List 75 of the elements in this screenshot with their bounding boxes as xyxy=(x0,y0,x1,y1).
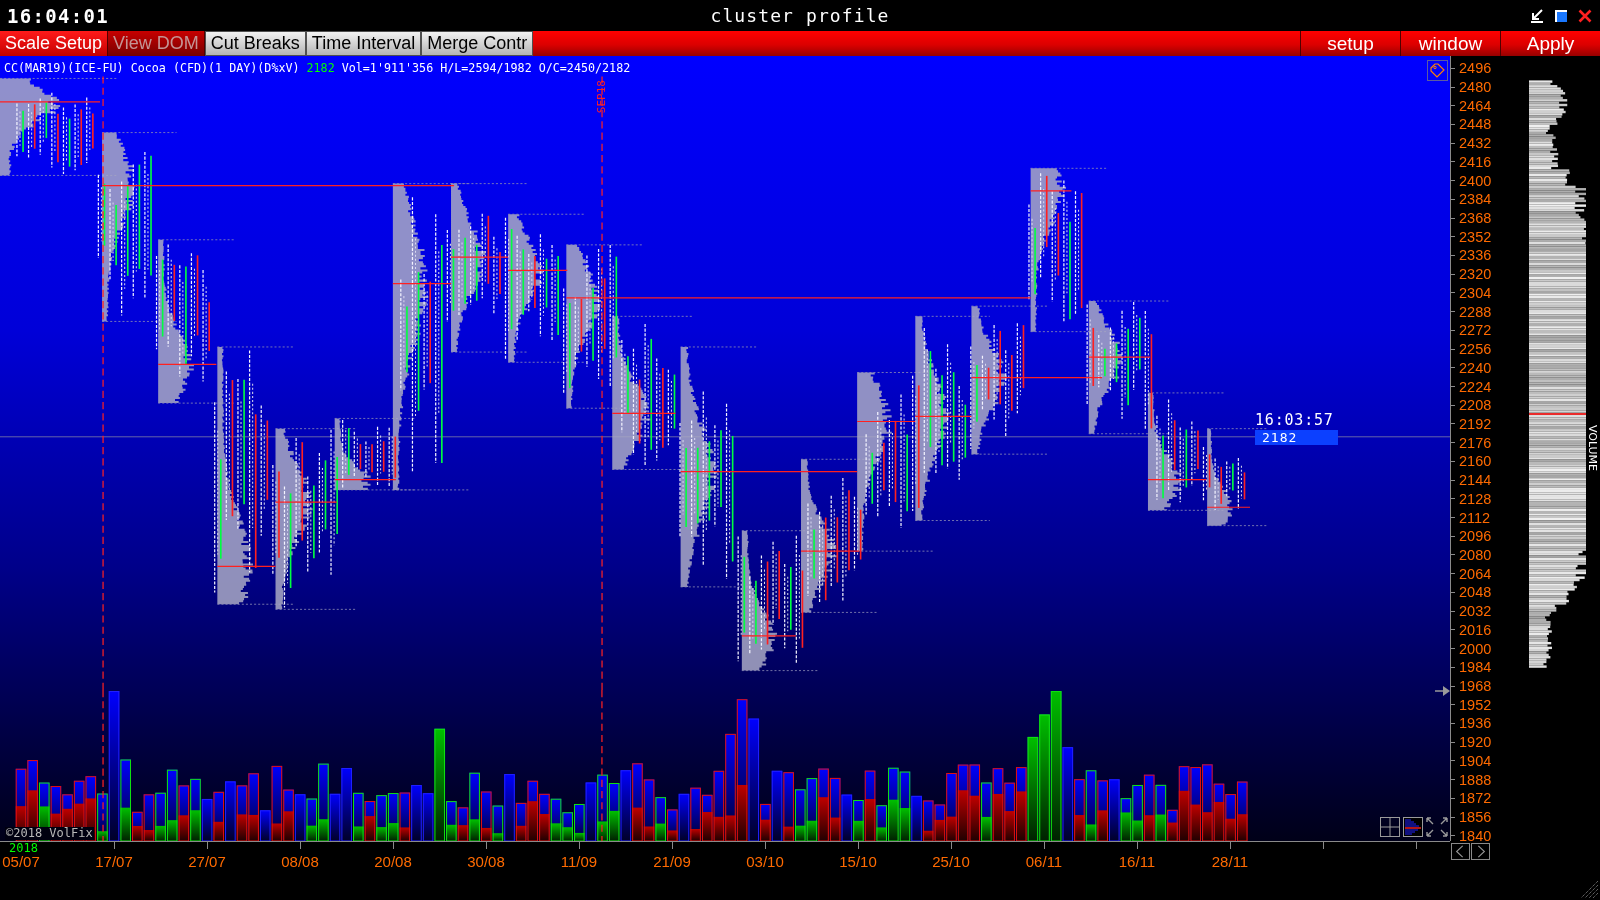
axis-label: 2096 xyxy=(1459,529,1492,544)
close-icon[interactable] xyxy=(1578,8,1592,23)
axis-label: 2112 xyxy=(1459,510,1491,525)
axis-label: 2480 xyxy=(1459,80,1492,94)
date-label: 21/09 xyxy=(652,853,692,870)
axis-label: 1888 xyxy=(1459,772,1492,787)
date-label: 25/10 xyxy=(931,853,971,870)
axis-label: 2288 xyxy=(1459,304,1492,319)
axis-label: 2272 xyxy=(1459,323,1492,338)
axis-label: 2192 xyxy=(1459,416,1492,431)
axis-label: 2336 xyxy=(1459,248,1492,263)
axis-label: 2000 xyxy=(1459,641,1492,656)
axis-label: 2432 xyxy=(1459,136,1492,151)
axis-label: 2144 xyxy=(1459,473,1492,488)
axis-label: 2176 xyxy=(1459,435,1492,450)
toolbar-button[interactable]: Apply xyxy=(1500,31,1600,56)
axis-label: 2048 xyxy=(1459,585,1492,600)
date-label: 28/11 xyxy=(1210,853,1250,870)
date-label: 08/08 xyxy=(280,853,320,870)
axis-label: 2320 xyxy=(1459,267,1492,282)
axis-label: 1936 xyxy=(1459,716,1492,731)
axis-label: 2224 xyxy=(1459,379,1492,394)
minimize-icon[interactable] xyxy=(1530,8,1544,23)
axis-label: 2032 xyxy=(1459,604,1492,619)
year-label: 2018 xyxy=(9,842,38,854)
date-label: 06/11 xyxy=(1024,853,1064,870)
axis-label: 1904 xyxy=(1459,753,1492,768)
scroll-right-button[interactable] xyxy=(1471,843,1490,860)
axis-label: 2496 xyxy=(1459,61,1492,76)
scroll-left-button[interactable] xyxy=(1451,843,1470,860)
toolbar-button[interactable]: Cut Breaks xyxy=(204,31,306,56)
axis-label: 2208 xyxy=(1459,398,1492,413)
axis-label: 1968 xyxy=(1459,679,1492,693)
axis-label: 2448 xyxy=(1459,117,1492,132)
axis-label: 2368 xyxy=(1459,211,1492,226)
toolbar-button[interactable]: Time Interval xyxy=(305,31,422,56)
axis-label: 2016 xyxy=(1459,622,1492,637)
date-label: 11/09 xyxy=(559,853,599,870)
axis-label: 2304 xyxy=(1459,285,1492,300)
axis-label: 2128 xyxy=(1459,491,1492,506)
toolbar-button[interactable]: Merge Contr xyxy=(421,31,534,56)
date-label: 03/10 xyxy=(745,853,785,870)
volume-label: VOLUME xyxy=(1587,425,1598,472)
maximize-icon[interactable] xyxy=(1554,8,1568,23)
axis-label: 1840 xyxy=(1459,828,1492,843)
date-label: 15/10 xyxy=(838,853,878,870)
axis-label: 2384 xyxy=(1459,192,1492,207)
expand-icon[interactable] xyxy=(1426,817,1448,837)
axis-label: 2464 xyxy=(1459,98,1492,113)
axis-label: 2352 xyxy=(1459,229,1492,244)
axis-label: 2240 xyxy=(1459,360,1492,375)
axis-label: 1984 xyxy=(1459,660,1492,675)
axis-label: 2064 xyxy=(1459,566,1492,581)
axis-label: 1872 xyxy=(1459,791,1492,806)
axis-label: 2416 xyxy=(1459,154,1492,169)
axis-label: 2160 xyxy=(1459,454,1492,469)
grid-icon[interactable] xyxy=(1380,817,1400,837)
date-label: 30/08 xyxy=(466,853,506,870)
axis-label: 1952 xyxy=(1459,697,1492,712)
resize-grip-icon[interactable] xyxy=(1580,880,1598,898)
date-label: 27/07 xyxy=(187,853,227,870)
date-label: 17/07 xyxy=(94,853,134,870)
axis-label: 1856 xyxy=(1459,810,1492,825)
copyright-text: ©2018 VolFix xyxy=(5,827,94,840)
axis-label: 2080 xyxy=(1459,548,1492,562)
date-label: 20/08 xyxy=(373,853,413,870)
toolbar-button[interactable]: Scale Setup xyxy=(0,31,109,56)
axis-label: 2400 xyxy=(1459,173,1492,188)
axis-label: 2256 xyxy=(1459,342,1492,357)
horizontal-bars-icon[interactable] xyxy=(1403,817,1423,837)
clock-time: 16:04:01 xyxy=(7,4,109,27)
axis-label: 1920 xyxy=(1459,735,1492,750)
date-label: 16/11 xyxy=(1117,853,1157,870)
window-title: cluster profile xyxy=(710,4,890,27)
date-label: 05/07 xyxy=(1,853,41,870)
